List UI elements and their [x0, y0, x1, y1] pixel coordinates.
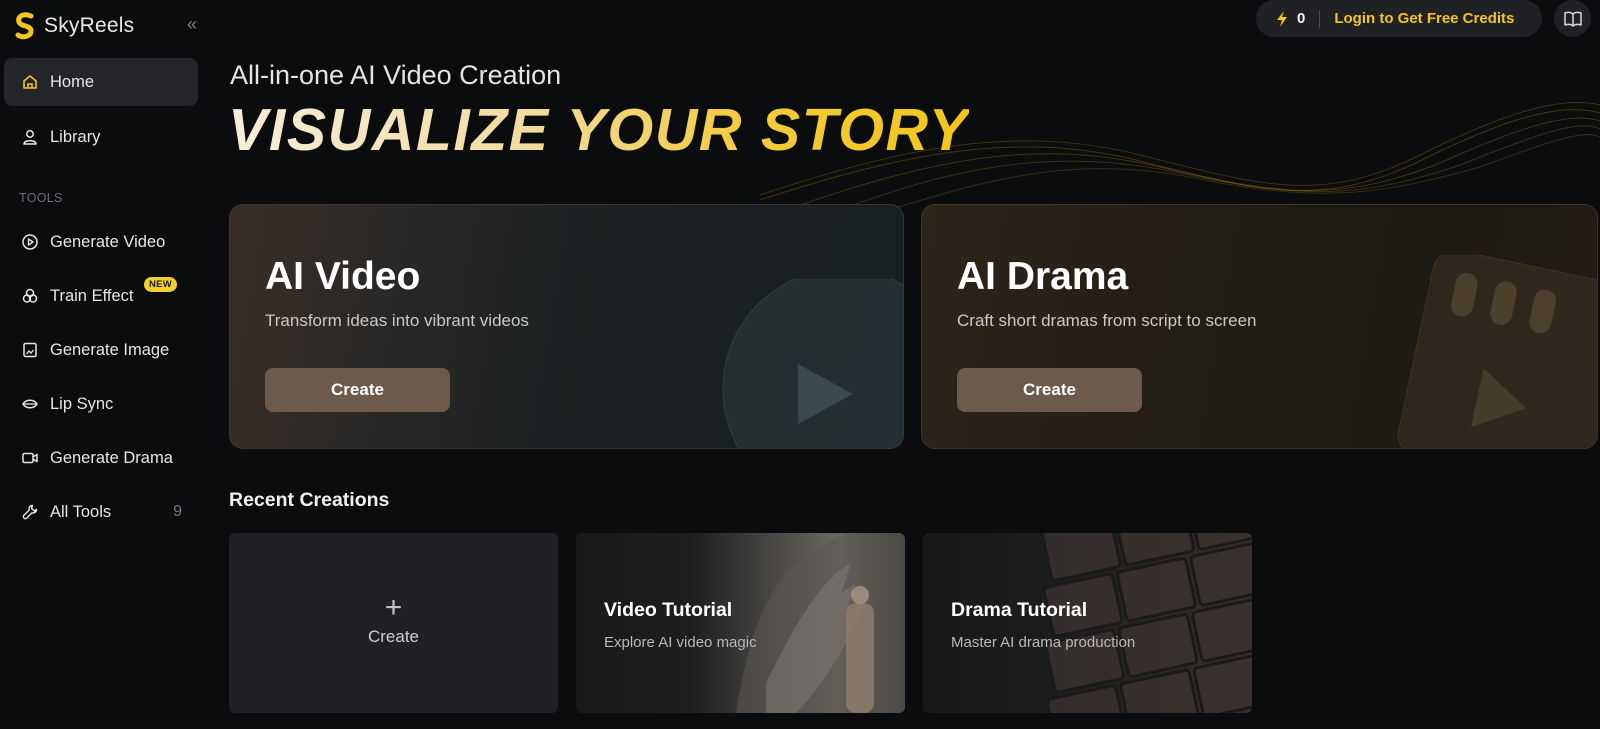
tile-title: Drama Tutorial — [951, 599, 1088, 621]
sidebar-item-lip-sync[interactable]: Lip Sync — [4, 380, 198, 428]
docs-button[interactable] — [1554, 0, 1591, 37]
lips-icon — [21, 395, 39, 413]
create-video-button[interactable]: Create — [265, 368, 450, 412]
collapse-sidebar-icon[interactable]: « — [182, 14, 202, 34]
brand-logo-link[interactable]: SkyReels — [14, 11, 134, 41]
video-tutorial-tile[interactable]: Video Tutorial Explore AI video magic — [576, 533, 905, 713]
sidebar: SkyReels « Home Library TOOLS Generate V… — [0, 0, 208, 729]
play-circle-icon — [21, 233, 39, 251]
sidebar-item-label: All Tools — [50, 502, 112, 521]
ai-video-card[interactable]: AI Video Transform ideas into vibrant vi… — [229, 204, 904, 449]
lightning-icon — [1277, 10, 1287, 27]
card-description: Craft short dramas from script to screen — [957, 311, 1257, 330]
credit-count: 0 — [1297, 10, 1306, 27]
sidebar-item-all-tools[interactable]: All Tools 9 — [4, 488, 198, 536]
new-creation-tile[interactable]: + Create — [229, 533, 558, 713]
sidebar-item-label: Generate Drama — [50, 448, 173, 467]
sidebar-item-library[interactable]: Library — [4, 113, 198, 161]
card-title: AI Drama — [957, 255, 1129, 298]
sidebar-item-label: Train Effect — [50, 286, 134, 305]
skyreels-logo-icon — [15, 12, 34, 40]
tools-count: 9 — [173, 503, 182, 520]
create-drama-button[interactable]: Create — [957, 368, 1142, 412]
wrench-icon — [21, 503, 39, 521]
sidebar-item-label: Generate Image — [50, 340, 170, 359]
tile-description: Master AI drama production — [951, 634, 1136, 651]
drama-tutorial-tile[interactable]: Drama Tutorial Master AI drama productio… — [923, 533, 1252, 713]
sidebar-item-generate-video[interactable]: Generate Video — [4, 218, 198, 266]
sidebar-item-train-effect[interactable]: Train Effect NEW — [4, 272, 198, 320]
image-icon — [21, 341, 39, 359]
effect-icon — [21, 287, 39, 305]
plus-icon: + — [384, 591, 403, 624]
clapperboard-decoration — [1397, 255, 1597, 448]
recent-creations-title: Recent Creations — [229, 489, 390, 511]
sidebar-item-label: Generate Video — [50, 232, 166, 251]
dragon-thumbnail-image — [736, 533, 905, 713]
video-camera-icon — [21, 449, 39, 467]
tile-title: Video Tutorial — [604, 599, 733, 621]
book-icon — [1563, 11, 1582, 27]
new-badge: NEW — [144, 277, 178, 292]
sidebar-item-home[interactable]: Home — [4, 58, 198, 106]
hero-subtitle: All-in-one AI Video Creation — [230, 60, 562, 90]
hero-headline: VISUALIZE YOUR STORY — [228, 97, 970, 163]
sidebar-item-label: Library — [50, 127, 101, 146]
create-label: Create — [367, 627, 420, 646]
login-link[interactable]: Login to Get Free Credits — [1334, 10, 1514, 27]
brand-name: SkyReels — [44, 14, 135, 37]
ai-drama-card[interactable]: AI Drama Craft short dramas from script … — [921, 204, 1598, 449]
play-circle-decoration — [722, 279, 903, 448]
sidebar-item-label: Home — [50, 72, 95, 91]
sidebar-item-generate-drama[interactable]: Generate Drama — [4, 434, 198, 482]
user-icon — [21, 128, 39, 146]
sidebar-tools-nav: Generate Video Train Effect NEW Generate… — [4, 218, 198, 542]
sidebar-item-generate-image[interactable]: Generate Image — [4, 326, 198, 374]
home-icon — [21, 73, 39, 91]
card-description: Transform ideas into vibrant videos — [265, 311, 529, 330]
tools-section-label: TOOLS — [19, 191, 63, 205]
drama-stills-thumbnail-image — [1041, 533, 1252, 713]
sidebar-main-nav: Home Library — [4, 58, 198, 168]
sidebar-item-label: Lip Sync — [50, 394, 114, 413]
card-title: AI Video — [265, 255, 421, 298]
app-root: SkyReels « Home Library TOOLS Generate V… — [0, 0, 1600, 729]
credits-pill: 0 Login to Get Free Credits — [1256, 0, 1542, 37]
tile-description: Explore AI video magic — [604, 634, 757, 651]
divider — [1319, 9, 1321, 28]
